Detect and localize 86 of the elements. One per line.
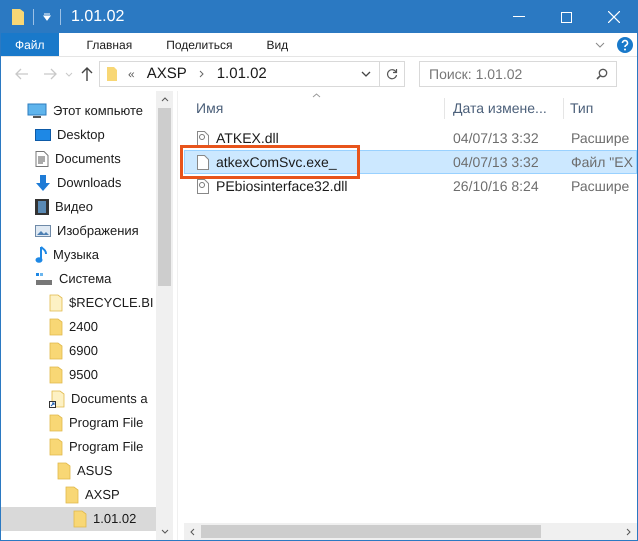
drive-icon — [35, 272, 53, 286]
column-header[interactable]: Имя — [184, 98, 444, 119]
folder-icon — [49, 438, 63, 456]
search-input[interactable]: Поиск: 1.01.02 — [429, 64, 596, 84]
folder-icon — [11, 8, 25, 26]
document-icon — [35, 151, 49, 167]
tree-item[interactable]: Program File — [1, 411, 156, 435]
picture-icon — [35, 225, 51, 237]
file-row[interactable]: PEbiosinterface32.dll 26/10/16 8:24 Расшире — [184, 174, 637, 198]
up-arrow-icon[interactable] — [81, 67, 93, 81]
folder-icon — [49, 294, 63, 312]
ribbon-tab[interactable]: Вид — [252, 33, 302, 56]
file-name: ATKEX.dll — [216, 128, 279, 148]
ribbon-tab[interactable]: Файл — [1, 33, 59, 56]
film-icon — [35, 199, 49, 215]
window-title: 1.01.02 — [71, 7, 124, 27]
folder-shortcut-icon — [49, 390, 65, 408]
tree-item[interactable]: Музыка — [1, 243, 156, 267]
tree-item[interactable]: AXSP — [1, 483, 156, 507]
chevron-down-icon[interactable] — [160, 529, 168, 534]
maximize-icon[interactable] — [561, 12, 572, 22]
file-date: 26/10/16 8:24 — [452, 176, 540, 196]
folder-icon — [49, 318, 63, 336]
chevron-up-icon[interactable] — [160, 97, 168, 102]
chevron-right-icon[interactable] — [626, 528, 631, 536]
tree-item[interactable]: Изображения — [1, 219, 156, 243]
horizontal-scrollbar[interactable] — [184, 523, 637, 540]
file-name: atkexComSvc.exe_ — [216, 152, 337, 172]
tree-item[interactable]: Documents — [1, 147, 156, 171]
folder-icon — [49, 342, 63, 360]
tree-item[interactable]: Система — [1, 267, 156, 291]
tree-item[interactable]: 2400 — [1, 315, 156, 339]
chevron-left-icon[interactable] — [190, 528, 195, 536]
tree-item[interactable]: 1.01.02 — [1, 507, 156, 531]
folder-icon — [106, 66, 118, 82]
file-name: PEbiosinterface32.dll — [216, 176, 348, 196]
tree-item[interactable]: 9500 — [1, 363, 156, 387]
file-icon — [197, 154, 209, 170]
file-row[interactable]: ATKEX.dll 04/07/13 3:32 Расшире — [184, 126, 637, 150]
folder-icon — [73, 510, 87, 528]
chevron-down-icon[interactable] — [361, 71, 371, 77]
file-row[interactable]: atkexComSvc.exe_ 04/07/13 3:32 Файл "EX — [184, 150, 637, 174]
tree-item[interactable]: Этот компьюте — [1, 99, 156, 123]
minimize-icon[interactable] — [513, 16, 525, 18]
scrollbar-thumb[interactable] — [158, 108, 171, 286]
close-icon[interactable] — [608, 11, 620, 23]
monitor-icon — [35, 129, 51, 141]
tree-item[interactable]: Desktop — [1, 123, 156, 147]
chevron-right-icon[interactable] — [198, 70, 205, 78]
tree-item[interactable]: 6900 — [1, 339, 156, 363]
computer-icon — [27, 103, 47, 119]
search-icon[interactable] — [596, 68, 608, 80]
folder-icon — [65, 486, 79, 504]
path-segment[interactable]: AXSP — [146, 62, 187, 86]
ribbon-tab[interactable]: Главная — [72, 33, 146, 56]
vertical-scrollbar[interactable] — [156, 91, 173, 540]
folder-icon — [57, 462, 71, 480]
file-date: 04/07/13 3:32 — [452, 152, 540, 172]
file-type: Расшире — [570, 128, 630, 148]
folder-icon — [49, 366, 63, 384]
file-type: Файл "EX — [570, 152, 633, 172]
settings-file-icon — [197, 178, 209, 194]
download-arrow-icon — [35, 175, 51, 191]
search-field[interactable]: Поиск: 1.01.02 — [419, 61, 617, 87]
refresh-icon[interactable] — [386, 68, 398, 80]
help-icon[interactable] — [617, 36, 633, 52]
column-header[interactable]: Тип — [563, 98, 637, 119]
dropdown-caret-icon[interactable] — [42, 12, 52, 22]
tree-item[interactable]: Downloads — [1, 171, 156, 195]
tree-item[interactable]: $RECYCLE.BI — [1, 291, 156, 315]
file-date: 04/07/13 3:32 — [452, 128, 540, 148]
path-overflow[interactable]: « — [128, 65, 135, 83]
settings-file-icon — [197, 130, 209, 146]
music-note-icon — [35, 246, 47, 264]
scrollbar-thumb[interactable] — [201, 525, 541, 538]
file-type: Расшире — [570, 176, 630, 196]
sort-up-icon — [312, 93, 321, 98]
ribbon-tab[interactable]: Поделиться — [152, 33, 246, 56]
tree-item[interactable]: Documents a — [1, 387, 156, 411]
path-segment[interactable]: 1.01.02 — [216, 62, 267, 86]
tree-item[interactable]: ASUS — [1, 459, 156, 483]
column-header[interactable]: Дата измене... — [444, 98, 563, 119]
address-bar[interactable]: « AXSP 1.01.02 — [99, 61, 405, 87]
folder-icon — [49, 414, 63, 432]
tree-item[interactable]: Program File — [1, 435, 156, 459]
tree-item[interactable]: Видео — [1, 195, 156, 219]
